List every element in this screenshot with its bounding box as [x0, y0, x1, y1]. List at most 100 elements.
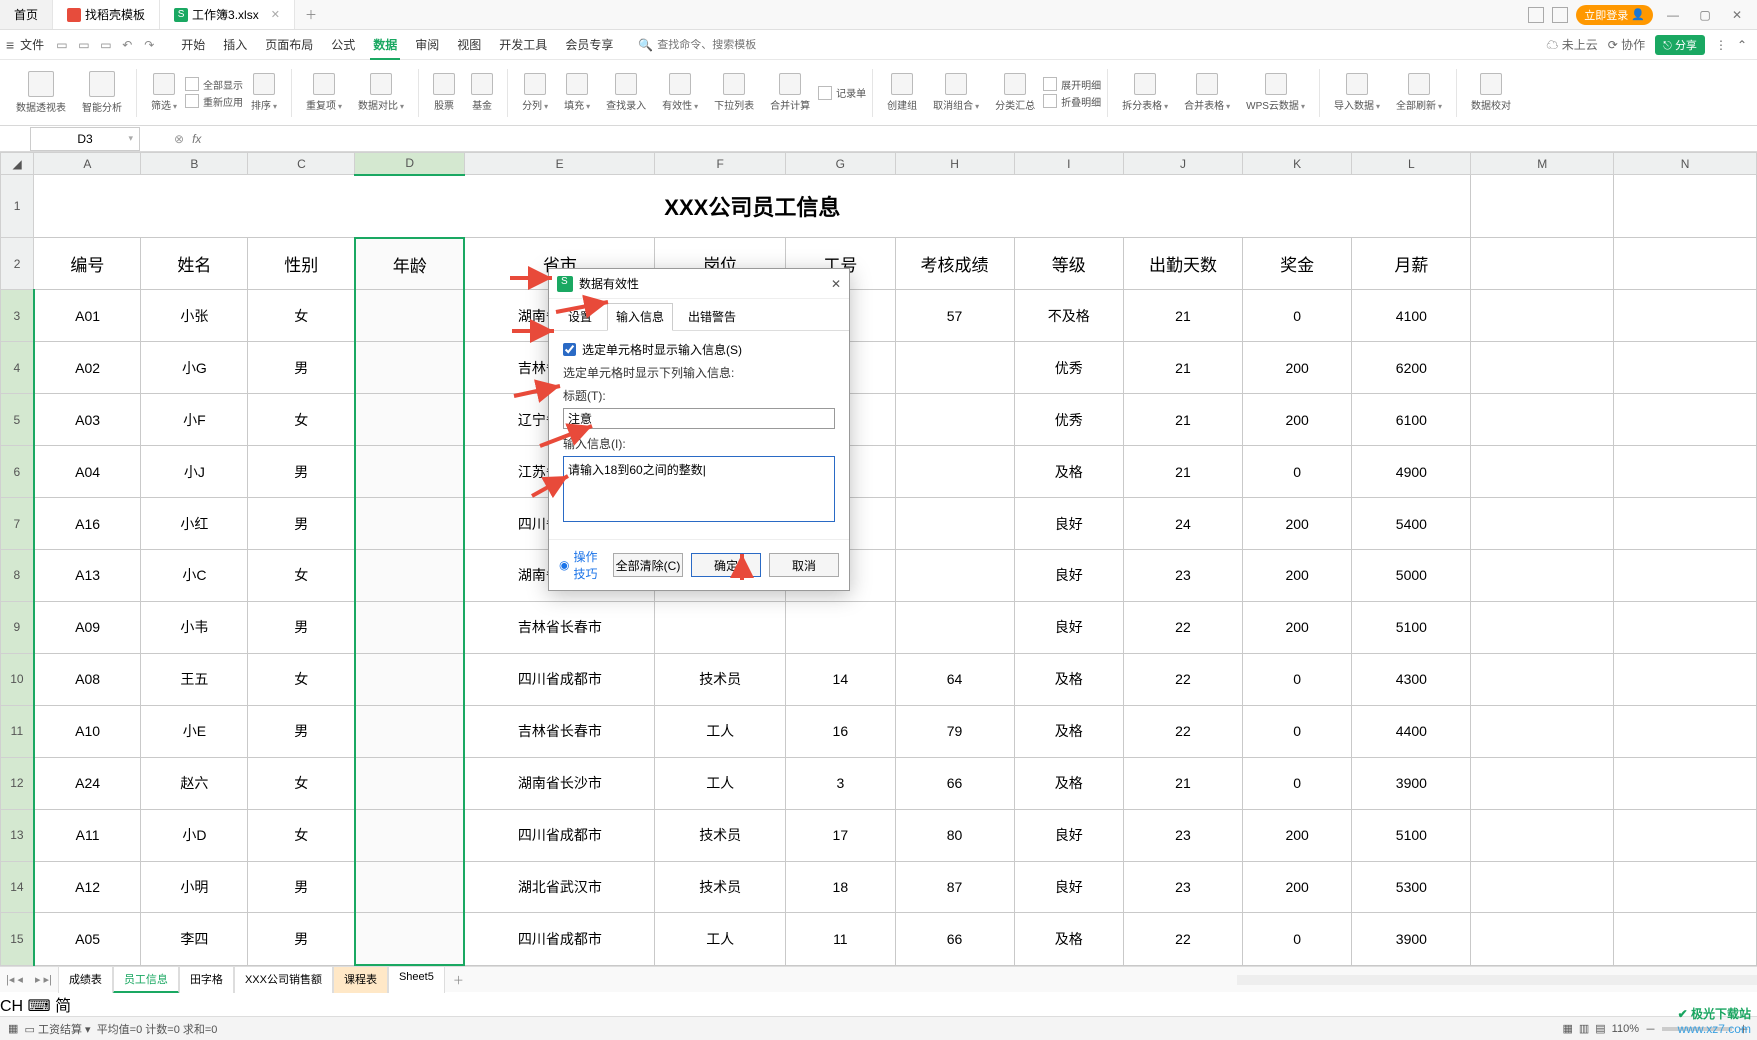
col-A[interactable]: A [34, 153, 141, 175]
col-I[interactable]: I [1014, 153, 1123, 175]
cell[interactable]: 良好 [1014, 498, 1123, 550]
show-msg-checkbox[interactable] [563, 343, 576, 356]
cancel-icon[interactable]: ⊗ [174, 132, 184, 146]
tab-view[interactable]: 视图 [448, 30, 490, 60]
cell[interactable]: 0 [1242, 705, 1351, 757]
h-scrollbar[interactable] [1237, 975, 1757, 985]
cell[interactable]: 23 [1123, 550, 1242, 602]
cell[interactable]: 小F [141, 394, 248, 446]
row-header[interactable]: 2 [1, 238, 34, 290]
cell[interactable] [1471, 498, 1614, 550]
view-page-icon[interactable]: ▥ [1579, 1022, 1589, 1035]
zoom-out-button[interactable]: － [1645, 1021, 1656, 1037]
cell[interactable]: 技术员 [655, 861, 786, 913]
cell[interactable]: A13 [34, 550, 141, 602]
search-input[interactable] [657, 39, 777, 51]
login-button[interactable]: 立即登录 👤 [1576, 5, 1653, 25]
ok-button[interactable]: 确定 [691, 553, 761, 577]
cell[interactable]: 赵六 [141, 757, 248, 809]
cell[interactable]: 优秀 [1014, 342, 1123, 394]
cell[interactable]: 良好 [1014, 809, 1123, 861]
cell[interactable] [1471, 394, 1614, 446]
cell[interactable]: 4100 [1352, 290, 1471, 342]
cell[interactable]: A01 [34, 290, 141, 342]
cell[interactable]: 0 [1242, 757, 1351, 809]
cell[interactable]: 李四 [141, 913, 248, 965]
duplicate-button[interactable]: 重复项 [298, 60, 350, 125]
share-button[interactable]: ⎋ 分享 [1655, 35, 1705, 55]
cloud-status[interactable]: ☁ 未上云 [1546, 36, 1597, 53]
cell[interactable] [1614, 809, 1757, 861]
tab-dev[interactable]: 开发工具 [490, 30, 556, 60]
row-header[interactable]: 9 [1, 601, 34, 653]
cell-selected[interactable] [355, 498, 464, 550]
cell[interactable]: 200 [1242, 809, 1351, 861]
cell[interactable] [1471, 861, 1614, 913]
cell[interactable]: 技术员 [655, 809, 786, 861]
cell[interactable]: 四川省成都市 [464, 913, 654, 965]
fill-button[interactable]: 填充 [556, 60, 598, 125]
cell[interactable] [895, 394, 1014, 446]
cell[interactable] [1614, 394, 1757, 446]
row-header[interactable]: 1 [1, 175, 34, 238]
cell[interactable] [1471, 653, 1614, 705]
cell[interactable]: 小红 [141, 498, 248, 550]
sheet-tab[interactable]: 成绩表 [58, 966, 113, 993]
reapply-button[interactable]: 重新应用 [185, 94, 243, 109]
cell[interactable]: 小明 [141, 861, 248, 913]
cell[interactable]: 吉林省长春市 [464, 601, 654, 653]
cell[interactable]: 良好 [1014, 550, 1123, 602]
cell[interactable]: 21 [1123, 446, 1242, 498]
cell[interactable]: A08 [34, 653, 141, 705]
tab-insert[interactable]: 插入 [214, 30, 256, 60]
cell[interactable]: 200 [1242, 394, 1351, 446]
cell[interactable] [786, 601, 895, 653]
cell[interactable]: 及格 [1014, 653, 1123, 705]
cell-selected[interactable] [355, 394, 464, 446]
sheet-tab[interactable]: 课程表 [333, 966, 388, 993]
split-col-button[interactable]: 分列 [514, 60, 556, 125]
cell[interactable]: 22 [1123, 653, 1242, 705]
row-header[interactable]: 6 [1, 446, 34, 498]
zoom-value[interactable]: 110% [1612, 1023, 1639, 1035]
row-header[interactable]: 15 [1, 913, 34, 965]
tab-member[interactable]: 会员专享 [556, 30, 622, 60]
cell[interactable] [1614, 861, 1757, 913]
cell[interactable]: 21 [1123, 290, 1242, 342]
close-button[interactable]: ✕ [1725, 8, 1749, 22]
cell[interactable]: 小C [141, 550, 248, 602]
cell[interactable]: 3 [786, 757, 895, 809]
cell[interactable] [1471, 705, 1614, 757]
ungroup-button[interactable]: 取消组合 [925, 60, 987, 125]
cell[interactable]: 男 [248, 705, 355, 757]
col-L[interactable]: L [1352, 153, 1471, 175]
cell[interactable]: 优秀 [1014, 394, 1123, 446]
cell[interactable]: A03 [34, 394, 141, 446]
cell-selected[interactable] [355, 861, 464, 913]
cell[interactable]: 22 [1123, 705, 1242, 757]
tab-workbook[interactable]: S工作簿3.xlsx✕ [160, 0, 295, 29]
merge-table-button[interactable]: 合并表格 [1176, 60, 1238, 125]
cell[interactable]: A10 [34, 705, 141, 757]
cell[interactable]: 3900 [1352, 757, 1471, 809]
col-G[interactable]: G [786, 153, 895, 175]
title-input[interactable] [563, 408, 835, 429]
cell[interactable]: 57 [895, 290, 1014, 342]
import-data-button[interactable]: 导入数据 [1326, 60, 1388, 125]
cell[interactable]: 23 [1123, 809, 1242, 861]
cell[interactable]: 小G [141, 342, 248, 394]
cell[interactable] [1471, 809, 1614, 861]
cell[interactable]: 及格 [1014, 913, 1123, 965]
cell[interactable] [1471, 550, 1614, 602]
new-tab-button[interactable]: ＋ [295, 6, 327, 23]
row-header[interactable]: 8 [1, 550, 34, 602]
cell-selected[interactable] [355, 809, 464, 861]
view-normal-icon[interactable]: ▦ [1562, 1022, 1572, 1035]
cell[interactable] [1471, 290, 1614, 342]
cell[interactable]: A12 [34, 861, 141, 913]
col-B[interactable]: B [141, 153, 248, 175]
header-cell[interactable]: 月薪 [1352, 238, 1471, 290]
header-cell[interactable]: 性别 [248, 238, 355, 290]
cell-selected[interactable] [355, 913, 464, 965]
cell-selected[interactable] [355, 342, 464, 394]
